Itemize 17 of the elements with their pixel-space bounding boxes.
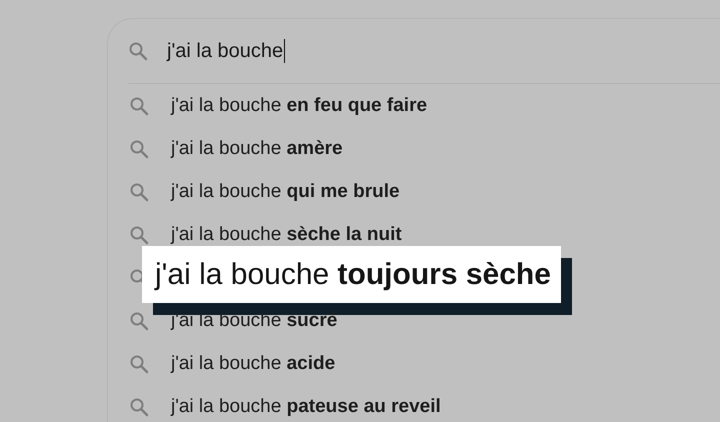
search-field[interactable]: j'ai la bouche	[167, 39, 286, 63]
search-icon	[129, 310, 149, 330]
suggestion-item[interactable]: j'ai la bouche qui me brule	[171, 180, 400, 202]
search-icon	[128, 41, 148, 61]
suggestion-item[interactable]: j'ai la bouche sucré	[171, 310, 338, 332]
suggestion-item[interactable]: j'ai la bouche amère	[171, 138, 343, 160]
suggestion-item[interactable]: j'ai la bouche pateuse au reveil	[171, 396, 441, 418]
search-icon	[129, 354, 149, 374]
suggestion-item[interactable]: j'ai la bouche en feu que faire	[171, 94, 428, 116]
suggestion-item[interactable]: j'ai la bouche acide	[171, 352, 336, 374]
suggestion-item[interactable]: j'ai la bouche sèche la nuit	[171, 224, 402, 246]
search-icon	[129, 224, 149, 244]
search-icon	[129, 182, 149, 202]
search-icon	[129, 96, 149, 116]
callout-caption: j'ai la bouche toujours sèche	[142, 246, 561, 303]
search-icon	[129, 138, 149, 158]
search-icon	[129, 396, 149, 416]
